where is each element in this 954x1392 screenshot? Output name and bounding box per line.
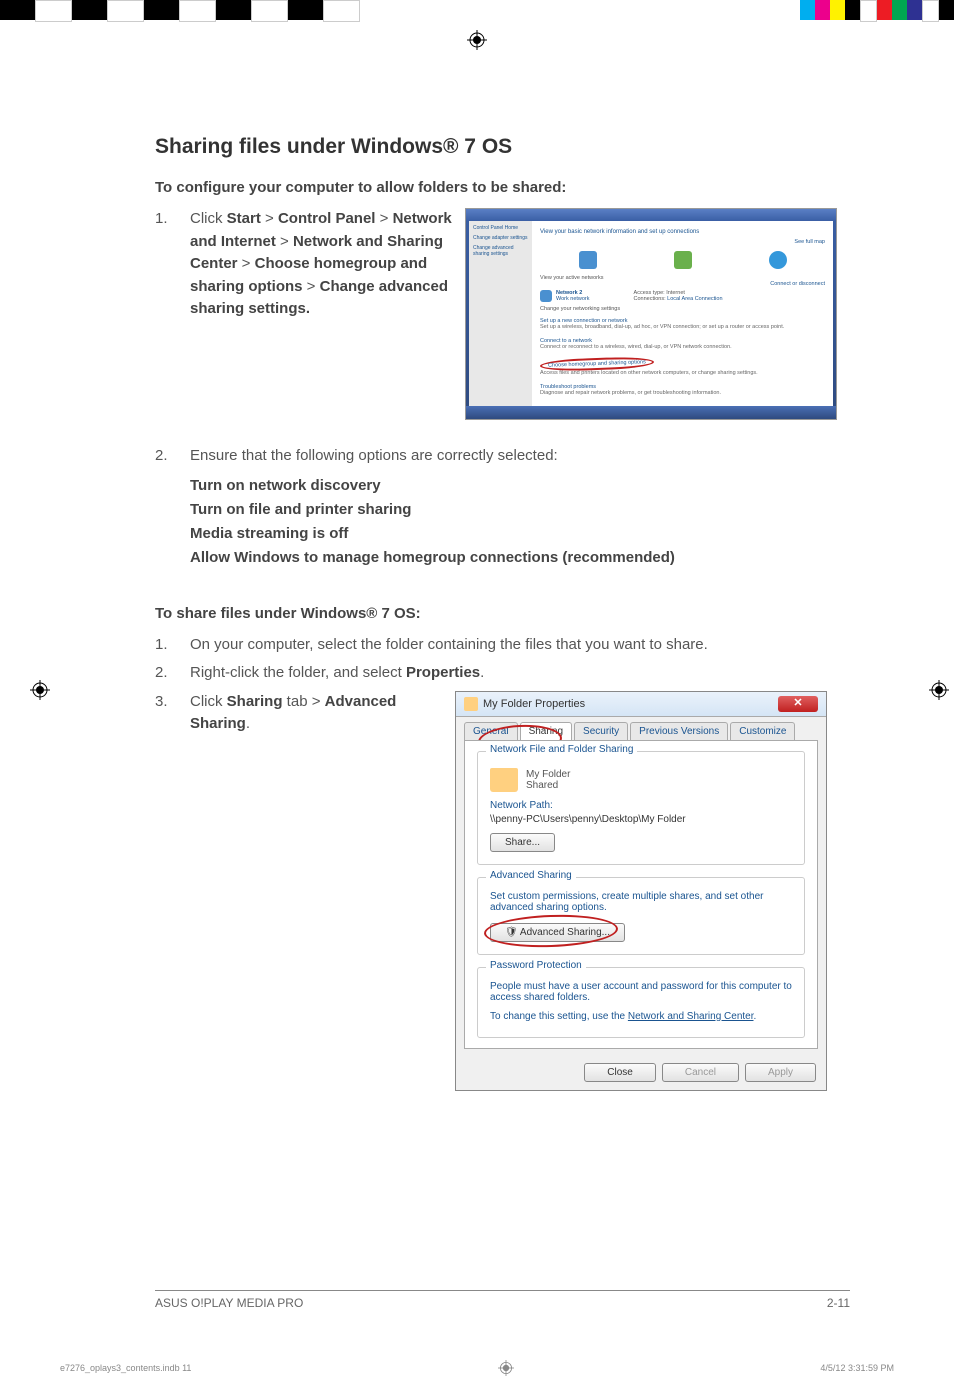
- share-button[interactable]: Share...: [490, 833, 555, 852]
- page-footer: ASUS O!PLAY MEDIA PRO 2-11: [155, 1290, 850, 1310]
- s1-sidebar-item: Change adapter settings: [473, 235, 528, 241]
- registration-mark-right: [929, 680, 949, 700]
- step-text: Right-click the folder, and select Prope…: [190, 662, 855, 685]
- color-left: [0, 0, 360, 20]
- section2-step3-block: 3. Click Sharing tab > Advanced Sharing.…: [155, 691, 855, 1091]
- footer-right: 2-11: [827, 1296, 850, 1310]
- group-text: Set custom permissions, create multiple …: [490, 891, 792, 913]
- dialog-title: My Folder Properties: [483, 698, 773, 710]
- footer-left: ASUS O!PLAY MEDIA PRO: [155, 1296, 303, 1310]
- s1-work-network: Work network: [556, 296, 590, 302]
- step-number: 2.: [155, 445, 190, 468]
- step-text: Click Sharing tab > Advanced Sharing.: [190, 691, 455, 736]
- s1-sidebar-item: Control Panel Home: [473, 225, 528, 231]
- network-path: \\penny-PC\Users\penny\Desktop\My Folder: [490, 814, 792, 825]
- s1-link: Troubleshoot problemsDiagnose and repair…: [540, 382, 825, 398]
- folder-icon: [490, 768, 518, 792]
- s1-connect: Connect or disconnect: [540, 281, 825, 287]
- group-advanced-sharing: Advanced Sharing Set custom permissions,…: [477, 877, 805, 955]
- s1-link: Connect to a networkConnect or reconnect…: [540, 336, 825, 352]
- folder-icon: [464, 697, 478, 711]
- tab-customize[interactable]: Customize: [730, 722, 795, 740]
- globe-icon: [769, 251, 787, 269]
- section2-step3: 3. Click Sharing tab > Advanced Sharing.: [155, 691, 455, 736]
- step-number: 2.: [155, 662, 190, 685]
- advanced-sharing-button[interactable]: 🛡 Advanced Sharing...: [490, 923, 625, 942]
- step-text: Click Start > Control Panel > Network an…: [190, 208, 465, 321]
- group-network-sharing: Network File and Folder Sharing My Folde…: [477, 751, 805, 865]
- cancel-button[interactable]: Cancel: [662, 1063, 739, 1082]
- group-text: People must have a user account and pass…: [490, 981, 792, 1003]
- color-right: [800, 0, 954, 20]
- option-item: Allow Windows to manage homegroup connec…: [190, 546, 855, 570]
- option-item: Media streaming is off: [190, 522, 855, 546]
- option-item: Turn on network discovery: [190, 474, 855, 498]
- network-icon: [674, 251, 692, 269]
- section2-step2: 2. Right-click the folder, and select Pr…: [155, 662, 855, 685]
- options-list: Turn on network discovery Turn on file a…: [190, 474, 855, 570]
- group-text: To change this setting, use the Network …: [490, 1011, 792, 1022]
- s1-link-circled: Choose homegroup and sharing optionsAcce…: [540, 356, 825, 378]
- network-small-icon: [540, 290, 552, 302]
- step-number: 3.: [155, 691, 190, 736]
- network-sharing-screenshot: Control Panel Home Change adapter settin…: [465, 208, 837, 420]
- section1-step1-block: 1. Click Start > Control Panel > Network…: [155, 208, 855, 420]
- step-number: 1.: [155, 208, 190, 321]
- step-number: 1.: [155, 634, 190, 657]
- s1-sidebar-item: Change advanced sharing settings: [473, 245, 528, 257]
- print-footer-left: e7276_oplays3_contents.indb 11: [60, 1363, 191, 1373]
- apply-button[interactable]: Apply: [745, 1063, 816, 1082]
- page-content: Sharing files under Windows® 7 OS To con…: [155, 135, 855, 1116]
- registration-mark-left: [30, 680, 50, 700]
- dialog-panel: Network File and Folder Sharing My Folde…: [464, 740, 818, 1049]
- s1-link: Set up a new connection or networkSet up…: [540, 316, 825, 332]
- close-icon[interactable]: ✕: [778, 696, 818, 712]
- dialog-titlebar: My Folder Properties ✕: [456, 692, 826, 717]
- properties-dialog-screenshot: My Folder Properties ✕ General Sharing S…: [455, 691, 827, 1091]
- tab-security[interactable]: Security: [574, 722, 628, 740]
- folder-name: My Folder: [526, 769, 570, 780]
- section1-step2: 2. Ensure that the following options are…: [155, 445, 855, 468]
- registration-mark-top: [467, 30, 487, 50]
- s1-header: View your basic network information and …: [540, 229, 825, 235]
- dialog-tabs: General Sharing Security Previous Versio…: [456, 717, 826, 740]
- step-text: Ensure that the following options are co…: [190, 445, 855, 468]
- close-button[interactable]: Close: [584, 1063, 656, 1082]
- folder-status: Shared: [526, 780, 570, 791]
- group-label: Password Protection: [486, 960, 586, 971]
- group-password-protection: Password Protection People must have a u…: [477, 967, 805, 1038]
- group-label: Network File and Folder Sharing: [486, 744, 637, 755]
- share-subtitle: To share files under Windows® 7 OS:: [155, 605, 855, 622]
- configure-subtitle: To configure your computer to allow fold…: [155, 179, 855, 196]
- s1-change-settings: Change your networking settings: [540, 306, 825, 312]
- s1-see-full: See full map: [540, 239, 825, 245]
- print-footer: e7276_oplays3_contents.indb 11 4/5/12 3:…: [60, 1360, 894, 1376]
- calibration-bar: [0, 0, 954, 20]
- option-item: Turn on file and printer sharing: [190, 498, 855, 522]
- print-footer-right: 4/5/12 3:31:59 PM: [820, 1363, 894, 1373]
- step-text: On your computer, select the folder cont…: [190, 634, 855, 657]
- group-label: Advanced Sharing: [486, 870, 576, 881]
- tab-sharing[interactable]: Sharing: [520, 722, 572, 740]
- registration-mark-bottom: [498, 1360, 514, 1376]
- dialog-buttons: Close Cancel Apply: [456, 1055, 826, 1090]
- page-title: Sharing files under Windows® 7 OS: [155, 135, 855, 159]
- network-center-link[interactable]: Network and Sharing Center: [628, 1011, 754, 1022]
- network-path-label: Network Path:: [490, 800, 792, 811]
- computer-icon: [579, 251, 597, 269]
- section2-step1: 1. On your computer, select the folder c…: [155, 634, 855, 657]
- section1-step1: 1. Click Start > Control Panel > Network…: [155, 208, 465, 321]
- tab-previous-versions[interactable]: Previous Versions: [630, 722, 728, 740]
- tab-general[interactable]: General: [464, 722, 518, 740]
